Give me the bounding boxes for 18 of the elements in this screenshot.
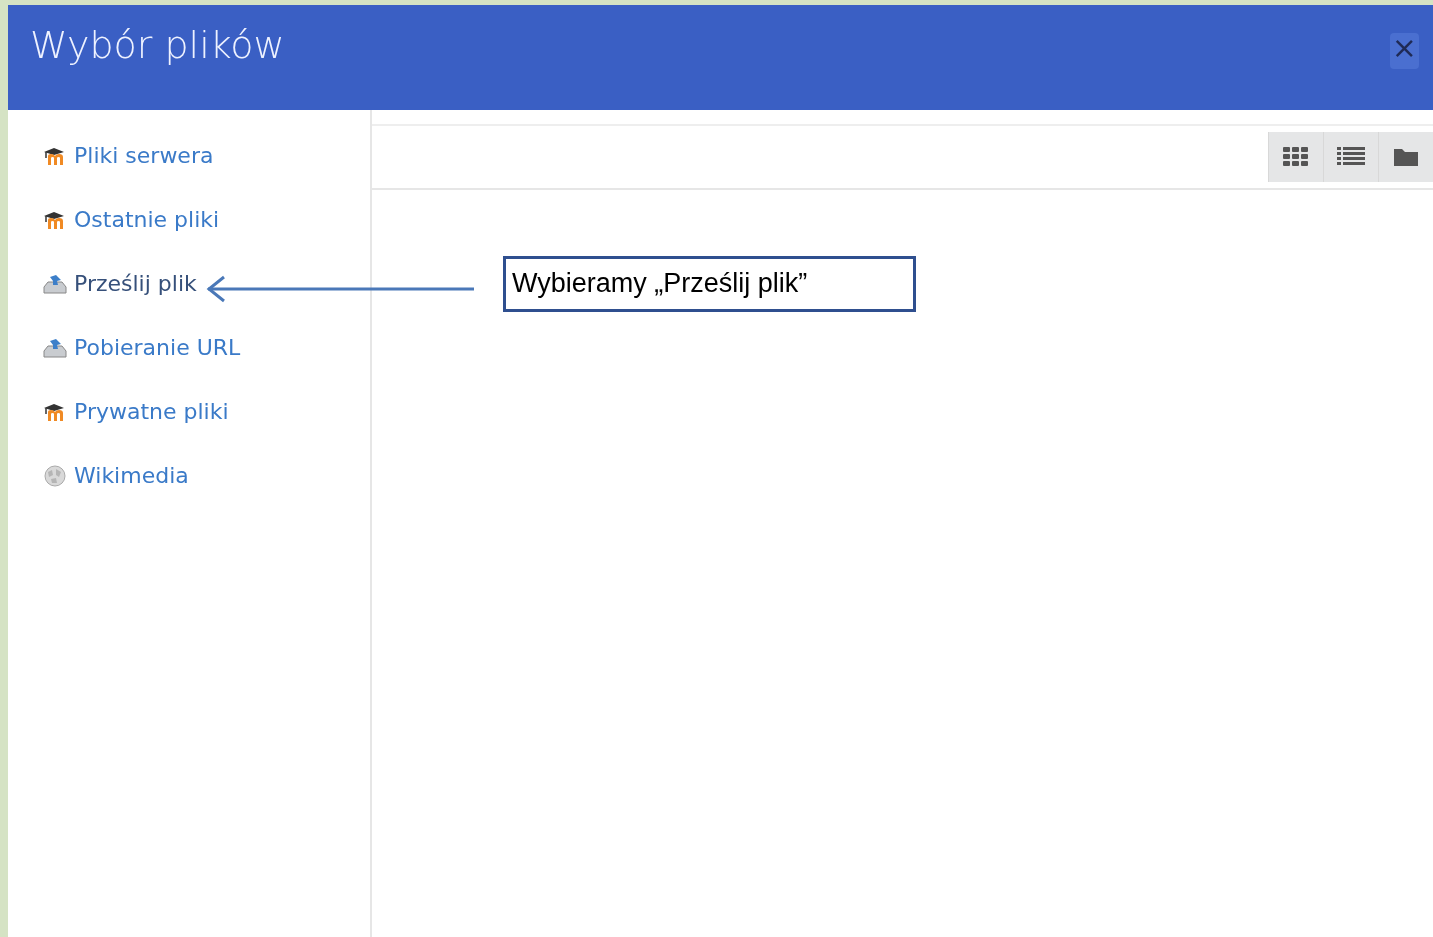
repository-link[interactable]: Pobieranie URL — [42, 332, 370, 364]
list-view-button[interactable] — [1323, 132, 1378, 182]
close-button[interactable]: × — [1389, 33, 1419, 69]
globe-icon — [42, 464, 68, 488]
tray-icon — [42, 273, 68, 295]
list-icon — [1337, 146, 1365, 168]
callout-text: Wybieramy „Prześlij plik” — [503, 256, 916, 312]
dialog-title: Wybór plików — [30, 23, 285, 69]
repository-link[interactable]: Prześlij plik — [42, 268, 370, 300]
tray-icon — [42, 337, 68, 359]
folder-icon — [1393, 146, 1419, 168]
repository-link[interactable]: Wikimedia — [42, 460, 370, 492]
folder-view-button[interactable] — [1378, 132, 1433, 182]
repository-link[interactable]: Prywatne pliki — [42, 396, 370, 428]
grid-icon — [1282, 146, 1310, 168]
repository-link[interactable]: Pliki serwera — [42, 140, 370, 172]
repository-link[interactable]: Ostatnie pliki — [42, 204, 370, 236]
grid-view-button[interactable] — [1268, 132, 1323, 182]
